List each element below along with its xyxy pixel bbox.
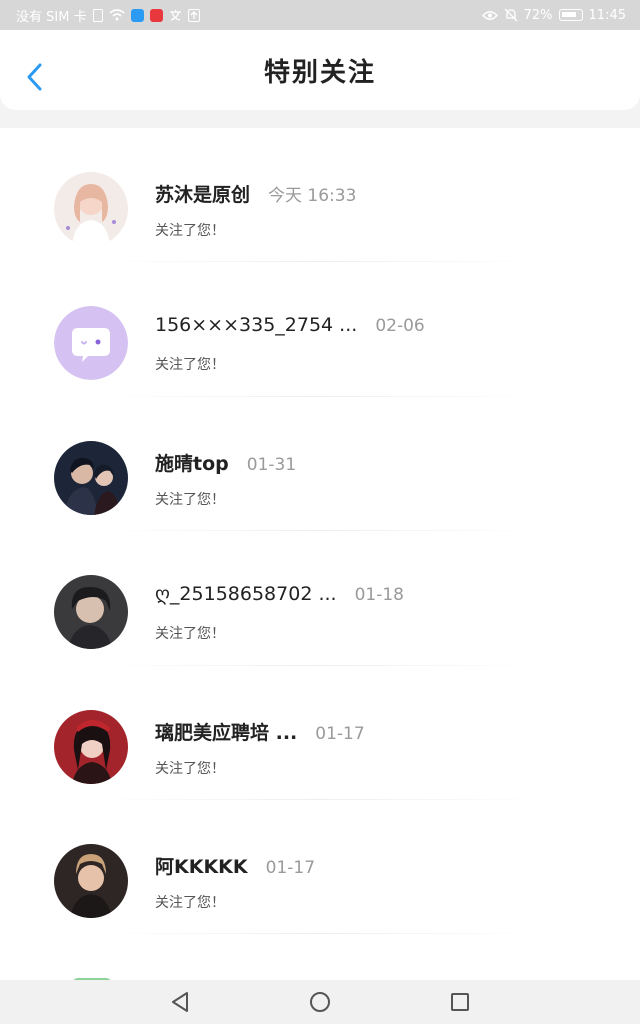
avatar[interactable] — [54, 172, 128, 246]
notification-message: 关注了您！ — [155, 357, 225, 374]
status-bar: 没有 SIM 卡 72% 11:45 — [0, 0, 640, 30]
timestamp: 今天 16:33 — [268, 186, 357, 206]
avatar[interactable] — [54, 843, 128, 918]
notification-message: 关注了您！ — [155, 491, 225, 508]
status-time: 11:45 — [588, 7, 626, 23]
notification-message: 关注了您！ — [155, 223, 225, 239]
timestamp: 01-17 — [265, 857, 316, 878]
bell-muted-icon — [504, 8, 518, 22]
app-notification-icon — [130, 8, 144, 22]
page-title: 特别关注 — [263, 57, 376, 88]
nav-home-button[interactable] — [300, 982, 340, 1022]
wifi-icon — [109, 9, 125, 21]
list-item[interactable]: 苏沐是原创 今天 16:33 关注了您！ — [0, 128, 640, 263]
name-row: 156×××335_2754 ... 02-06 — [155, 314, 425, 336]
user-name[interactable]: 苏沐是原创 — [155, 180, 250, 207]
nav-recents-button[interactable] — [440, 982, 480, 1022]
carrier-text: 没有 SIM 卡 — [16, 9, 87, 25]
app-notification-icon — [149, 8, 163, 22]
battery-icon — [558, 9, 583, 21]
list-item[interactable]: 施晴top 01-31 关注了您！ — [0, 397, 640, 532]
nav-back-button[interactable] — [160, 982, 200, 1022]
list-item[interactable]: ღ_25158658702 ... 01-18 关注了您！ — [0, 531, 640, 666]
notification-list: 苏沐是原创 今天 16:33 关注了您！ 156×××335_2754 ... … — [0, 128, 640, 980]
avatar[interactable] — [54, 575, 128, 650]
name-row: ღ_25158658702 ... 01-18 — [155, 583, 404, 605]
timestamp: 01-17 — [315, 723, 365, 744]
square-recents-icon — [451, 993, 469, 1011]
name-row: 阿KKKKK 01-17 — [155, 852, 315, 879]
name-row: 施晴top 01-31 — [155, 449, 296, 476]
status-right: 72% 11:45 — [481, 7, 626, 23]
battery-percent: 72% — [523, 7, 553, 23]
list-item[interactable]: 阿KKKKK 01-17 关注了您！ — [0, 800, 640, 935]
back-button[interactable] — [22, 60, 46, 94]
user-name[interactable]: 施晴top — [155, 449, 229, 476]
circle-home-icon — [310, 992, 330, 1012]
translate-icon — [169, 9, 181, 21]
eye-icon — [481, 10, 498, 20]
list-item[interactable]: 璃肥美应聘培 ... 01-17 关注了您！ — [0, 666, 640, 800]
notification-message: 关注了您！ — [155, 760, 225, 777]
avatar[interactable] — [54, 306, 128, 381]
avatar[interactable] — [54, 440, 128, 515]
system-nav-bar — [0, 980, 640, 1024]
avatar[interactable] — [54, 709, 128, 784]
status-left: 没有 SIM 卡 — [16, 6, 200, 25]
list-item[interactable]: 156×××335_2754 ... 02-06 关注了您！ — [0, 262, 640, 397]
timestamp: 01-31 — [246, 454, 297, 475]
user-name[interactable]: 阿KKKKK — [155, 852, 248, 879]
timestamp: 01-18 — [354, 585, 404, 606]
header: 特别关注 — [0, 30, 640, 110]
chevron-left-icon — [27, 63, 42, 91]
divider — [100, 933, 540, 935]
sim-icon — [92, 8, 103, 22]
notification-message: 关注了您！ — [155, 894, 225, 911]
user-name[interactable]: 156×××335_2754 ... — [155, 314, 357, 336]
user-name[interactable]: ღ_25158658702 ... — [155, 583, 337, 605]
name-row: 苏沐是原创 今天 16:33 — [155, 180, 356, 207]
timestamp: 02-06 — [375, 316, 425, 337]
upload-icon — [187, 8, 200, 22]
name-row: 璃肥美应聘培 ... 01-17 — [155, 718, 365, 745]
triangle-back-icon — [172, 992, 188, 1012]
user-name[interactable]: 璃肥美应聘培 ... — [155, 718, 297, 745]
notification-message: 关注了您！ — [155, 626, 225, 643]
